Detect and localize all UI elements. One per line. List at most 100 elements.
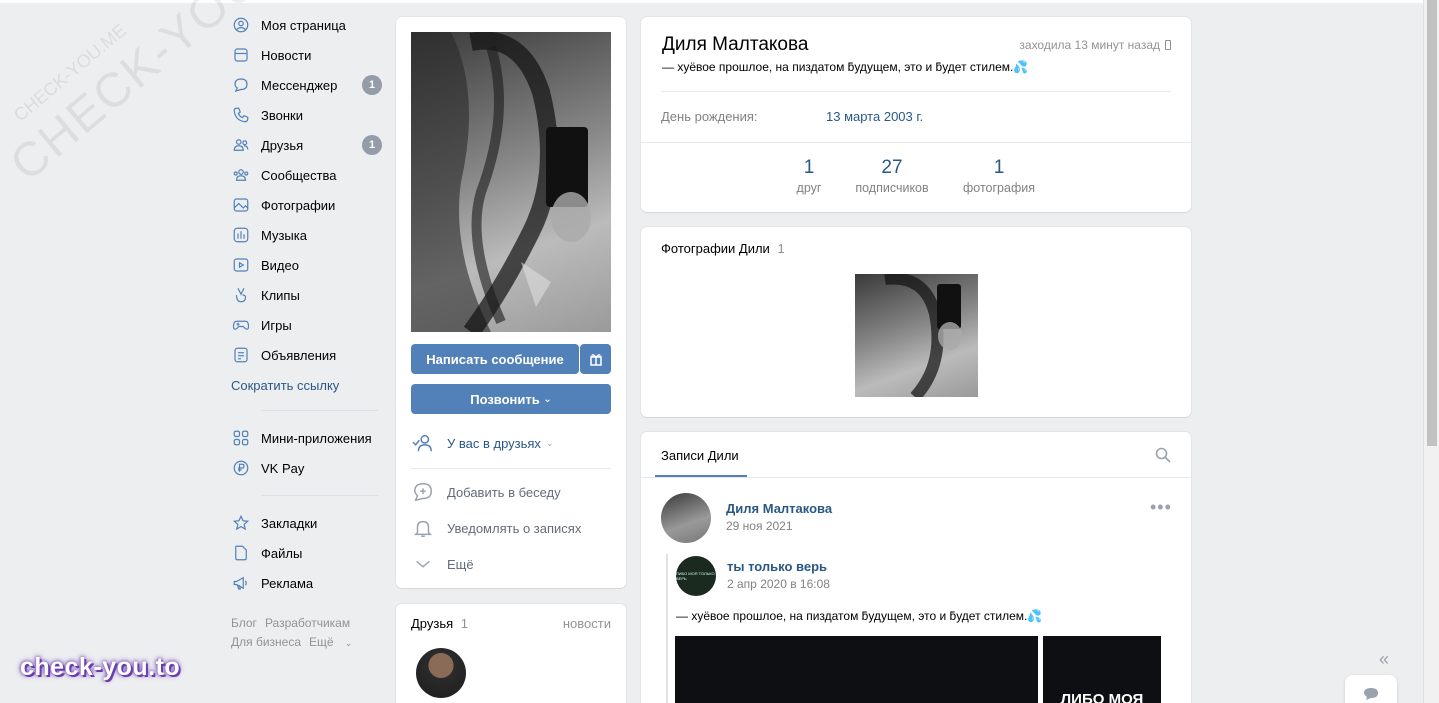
- nav-item-megaphone[interactable]: Реклама: [229, 568, 384, 598]
- nav-item-video[interactable]: Видео: [229, 250, 384, 280]
- footer-blog-link[interactable]: Блог: [231, 616, 257, 630]
- footer-links: Блог Разработчикам Для бизнеса Ещё ⌄: [231, 614, 368, 653]
- repost-bar: [666, 554, 668, 703]
- watermark-site: check-you.to: [20, 653, 181, 681]
- nav-item-label: Музыка: [261, 227, 307, 243]
- nav-item-photo[interactable]: Фотографии: [229, 190, 384, 220]
- in-friends-label: У вас в друзьях: [447, 435, 541, 451]
- notify-action[interactable]: Уведомлять о записях: [411, 516, 581, 540]
- call-button[interactable]: Позвонить ⌄: [411, 384, 611, 414]
- nav-item-music[interactable]: Музыка: [229, 220, 384, 250]
- repost-author-name[interactable]: ты только верь: [727, 559, 827, 574]
- nav-item-file[interactable]: Файлы: [229, 538, 384, 568]
- in-friends-action[interactable]: У вас в друзьях ⌄: [411, 431, 553, 455]
- file-icon: [231, 543, 251, 563]
- post-author-name[interactable]: Диля Малтакова: [726, 501, 832, 516]
- post-image-2[interactable]: ЛИБО МОЯ: [1043, 636, 1161, 703]
- nav-item-newspaper[interactable]: Новости: [229, 40, 384, 70]
- nav-item-user-circle[interactable]: Моя страница: [229, 10, 384, 40]
- megaphone-icon: [231, 573, 251, 593]
- newspaper-icon: [231, 45, 251, 65]
- nav-item-ruble[interactable]: VK Pay: [229, 453, 384, 483]
- post-text: — xуёвое пpошлое, на пиздатом ƃудущем, э…: [676, 609, 1043, 623]
- nav-item-label: Друзья: [261, 137, 304, 153]
- nav-item-label: Мессенджер: [261, 77, 338, 93]
- shorten-link[interactable]: Сократить ссылку: [231, 378, 384, 398]
- clips-icon: [231, 285, 251, 305]
- nav-item-label: Реклама: [261, 575, 314, 591]
- nav-item-ads[interactable]: Объявления: [229, 340, 384, 370]
- friend-avatar[interactable]: [416, 648, 466, 698]
- footer-business-link[interactable]: Для бизнеса: [231, 635, 301, 649]
- tab-wall-posts[interactable]: Записи Дили: [661, 448, 739, 463]
- friends-card: Друзья 1 новости: [396, 604, 626, 703]
- call-label: Позвонить: [470, 391, 540, 407]
- more-label: Ещё: [447, 556, 474, 572]
- collapse-sidebar-icon[interactable]: «: [1379, 649, 1389, 670]
- photo-thumbnail[interactable]: [855, 274, 978, 397]
- gift-button[interactable]: [580, 344, 611, 374]
- add-to-chat-action[interactable]: Добавить в беседу: [411, 480, 561, 504]
- more-action[interactable]: Ещё: [411, 552, 474, 576]
- scrollbar-thumb[interactable]: [1427, 0, 1437, 446]
- photos-header[interactable]: Фотографии Дили 1: [661, 241, 785, 256]
- post-date[interactable]: 29 ноя 2021: [726, 519, 793, 533]
- info-divider: [661, 91, 1171, 92]
- nav-item-communities[interactable]: Сообщества: [229, 160, 384, 190]
- wall-card: Записи Дили Диля Малтакова 29 ноя 2021 •…: [641, 432, 1191, 703]
- counter-item[interactable]: 1 фотография: [949, 157, 1049, 195]
- birthday-value[interactable]: 13 марта 2003 г.: [826, 109, 923, 124]
- nav-item-gamepad[interactable]: Игры: [229, 310, 384, 340]
- birthday-label: День рождения:: [661, 109, 758, 124]
- repost-date[interactable]: 2 апр 2020 в 16:08: [727, 577, 830, 591]
- nav-item-phone[interactable]: Звонки: [229, 100, 384, 130]
- counter-label: фотография: [963, 181, 1035, 195]
- profile-avatar-photo[interactable]: [411, 32, 611, 332]
- avatar-photo-image: [411, 32, 591, 332]
- online-status: заходила 13 минут назад: [1019, 38, 1171, 52]
- nav-item-clips[interactable]: Клипы: [229, 280, 384, 310]
- post-author-avatar[interactable]: [661, 493, 711, 543]
- wall-search-button[interactable]: [1155, 447, 1171, 466]
- chevron-down-icon: ⌄: [344, 638, 353, 648]
- post-more-icon[interactable]: •••: [1150, 498, 1172, 516]
- chevron-down-icon: ⌄: [543, 393, 552, 405]
- chat-widget-button[interactable]: [1345, 675, 1397, 703]
- nav-item-label: Видео: [261, 257, 299, 273]
- nav-divider: [261, 495, 378, 496]
- nav-item-label: Новости: [261, 47, 312, 63]
- nav-item-star[interactable]: Закладки: [229, 508, 384, 538]
- nav-item-label: Закладки: [261, 515, 318, 531]
- friends-header[interactable]: Друзья 1: [411, 616, 468, 631]
- tab-divider: [641, 477, 1191, 478]
- profile-counters: 1 друг 27 подписчиков 1 фотография: [641, 157, 1191, 202]
- chat-add-icon: [411, 480, 435, 504]
- nav-item-label: Мини-приложения: [261, 430, 372, 446]
- footer-dev-link[interactable]: Разработчикам: [265, 616, 350, 630]
- chat-icon: [231, 75, 251, 95]
- page-scrollbar[interactable]: [1423, 0, 1439, 703]
- bell-icon: [411, 516, 435, 540]
- ruble-icon: [231, 458, 251, 478]
- notify-label: Уведомлять о записях: [447, 520, 582, 536]
- nav-divider: [261, 410, 378, 411]
- counter-item[interactable]: 27 подписчиков: [842, 157, 942, 195]
- post-image-1[interactable]: [675, 636, 1038, 703]
- write-message-button[interactable]: Написать сообщение: [411, 344, 579, 374]
- profile-status[interactable]: — xуёвое пpошлое, на пиздатом ƃудущем, э…: [662, 60, 1028, 74]
- music-icon: [231, 225, 251, 245]
- repost-avatar[interactable]: ЛИБО МОЯ ТОЛЬКО ВЕРЬ: [676, 556, 716, 596]
- nav-item-label: Игры: [261, 317, 292, 333]
- search-icon: [1155, 447, 1171, 463]
- nav-item-apps[interactable]: Мини-приложения: [229, 423, 384, 453]
- friends-news-link[interactable]: новости: [563, 616, 611, 631]
- footer-more-label: Ещё: [309, 635, 334, 649]
- phone-icon: [231, 105, 251, 125]
- nav-item-chat[interactable]: Мессенджер 1: [229, 70, 384, 100]
- nav-item-label: VK Pay: [261, 460, 305, 476]
- friends-count: 1: [460, 616, 469, 631]
- footer-more-link[interactable]: Ещё ⌄: [309, 635, 360, 649]
- nav-item-friends[interactable]: Друзья 1: [229, 130, 384, 160]
- nav-item-label: Клипы: [261, 287, 300, 303]
- communities-icon: [231, 165, 251, 185]
